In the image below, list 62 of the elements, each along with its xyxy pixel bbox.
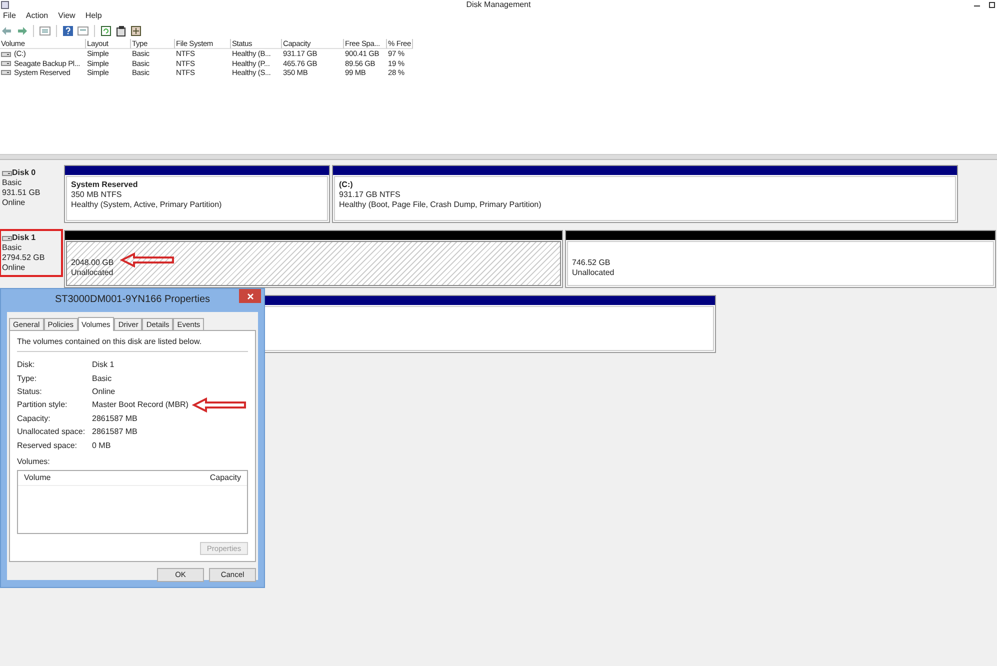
list-view-icon[interactable] [77,25,89,37]
menu-item[interactable]: Action [26,11,48,21]
field-label: Status: [17,387,43,397]
column-header[interactable]: Volume [24,472,51,483]
menu-item[interactable]: File [3,11,16,21]
maximize-icon[interactable] [988,0,996,8]
drive-icon [1,69,11,76]
app-icon [1,0,9,8]
menu-item[interactable]: View [58,11,76,21]
section-label: Volumes: [17,456,51,467]
list-view-icon[interactable] [39,25,51,37]
field-label: Reserved space: [17,440,78,451]
field-label: Capacity: [17,414,52,424]
properties-icon[interactable] [115,25,127,37]
disk-size: 2794.52 GB [2,253,46,263]
partition-size: 746.52 GB [572,258,610,268]
disk-drive-icon [2,170,12,176]
refresh-icon[interactable] [100,25,112,37]
disk-type: Basic [2,243,23,253]
partition-title: System Reserved [71,180,138,190]
disk-drive-icon [2,234,12,242]
partition-block[interactable]: (C:) 931.17 GB NTFS Healthy (Boot, Page File, Crash Dump, Primary Partition) [332,165,958,223]
menu-item[interactable]: Help [85,11,102,21]
drive-icon [1,60,11,67]
partition-title: (C:) [339,180,353,190]
disk-name: Disk 0 [12,168,36,178]
field-label: Type: [17,374,38,384]
disk-name: Disk 1 [12,233,36,243]
help-icon[interactable] [62,25,74,37]
partition-block[interactable]: System Reserved 350 MB NTFS Healthy (System, Active, Primary Partition) [64,165,330,223]
close-icon [246,292,254,300]
partition-status: Unallocated [71,268,114,278]
disk-type: Basic [2,178,23,188]
disk-status: Online [2,198,26,208]
column-header[interactable]: Capacity [210,472,241,483]
dialog-title: ST3000DM001-9YN166 Properties [54,293,212,308]
partition-size: 350 MB NTFS [71,190,122,200]
partition-block[interactable]: 2048.00 GB Unallocated [64,230,563,288]
drive-icon [1,50,11,58]
intro-text: The volumes contained on this disk are listed below. [17,337,248,352]
partition-status: Healthy (System, Active, Primary Partition) [71,200,222,210]
field-label: Partition style: [17,400,68,410]
disk-status: Online [2,263,26,273]
disk-size: 931.51 GB [2,188,42,198]
field-value: 2861587 MB [92,427,138,438]
field-value: Online [92,387,116,397]
field-value: Master Boot Record (MBR) [92,400,188,410]
close-button[interactable] [239,289,261,303]
partition-block[interactable]: 746.52 GB Unallocated [565,230,996,288]
forward-arrow-icon[interactable] [16,25,28,37]
field-value: 0 MB [92,440,111,451]
partition-status: Healthy (Boot, Page File, Crash Dump, Primary Partition) [339,200,542,210]
field-value: 2861587 MB [92,414,138,424]
settings-icon[interactable] [130,25,142,37]
field-value: Disk 1 [92,360,114,370]
partition-status: Unallocated [572,268,614,278]
partition-size: 931.17 GB NTFS [339,190,400,200]
field-label: Unallocated space: [17,427,86,438]
field-value: Basic [92,374,112,384]
window-title: Disk Management [466,0,531,9]
field-label: Disk: [17,360,36,370]
partition-size: 2048.00 GB [71,258,114,268]
